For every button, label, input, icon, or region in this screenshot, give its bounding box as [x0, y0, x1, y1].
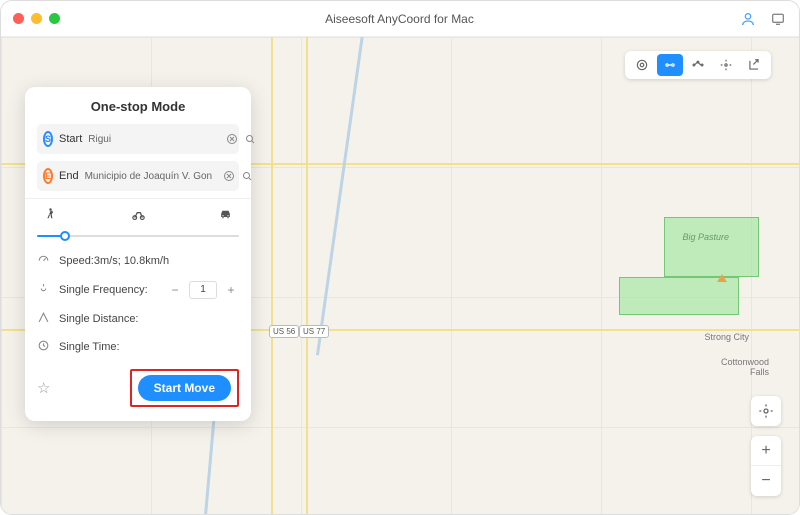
speed-slider[interactable]: [37, 229, 239, 243]
distance-row: Single Distance:: [37, 311, 239, 327]
mode-multi-stop[interactable]: [685, 54, 711, 76]
map-controls: + −: [751, 396, 781, 496]
frequency-label: Single Frequency:: [59, 284, 148, 296]
frequency-icon: [37, 282, 51, 298]
fullscreen-window-button[interactable]: [49, 13, 60, 24]
clock-icon: [37, 339, 51, 355]
route-shield: US 77: [299, 325, 329, 338]
freq-decrease-button[interactable]: −: [167, 283, 183, 297]
distance-icon: [37, 311, 51, 327]
zoom-control: + −: [751, 436, 781, 496]
mode-toolbar: [625, 51, 771, 79]
map-label-strong-city: Strong City: [704, 332, 749, 342]
profile-icon[interactable]: [739, 10, 757, 28]
mode-joystick[interactable]: [713, 54, 739, 76]
mode-one-stop[interactable]: [657, 54, 683, 76]
walk-mode-icon[interactable]: [43, 207, 58, 225]
speed-row: Speed:3m/s; 10.8km/h: [37, 253, 239, 269]
park-region: [619, 277, 739, 315]
mode-export[interactable]: [741, 54, 767, 76]
start-move-button[interactable]: Start Move: [138, 375, 231, 401]
speed-text: Speed:3m/s; 10.8km/h: [59, 255, 169, 267]
transport-modes: [37, 207, 239, 225]
search-end-icon[interactable]: [241, 168, 253, 184]
end-badge-icon: E: [43, 168, 53, 184]
window-controls: [13, 13, 60, 24]
bike-mode-icon[interactable]: [131, 207, 146, 225]
freq-value-input[interactable]: 1: [189, 281, 217, 299]
recenter-button[interactable]: [751, 396, 781, 426]
start-label: Start: [59, 133, 82, 145]
search-start-icon[interactable]: [244, 131, 256, 147]
warning-marker-icon: [717, 274, 727, 282]
titlebar: Aiseesoft AnyCoord for Mac: [1, 1, 799, 37]
mode-modify-location[interactable]: [629, 54, 655, 76]
panel-title: One-stop Mode: [37, 99, 239, 114]
start-location-row: S Start: [37, 124, 239, 154]
end-location-row: E End: [37, 161, 239, 191]
map-canvas[interactable]: Big Pasture Strong City Cottonwood Falls…: [1, 37, 799, 514]
car-mode-icon[interactable]: [218, 207, 233, 225]
clear-start-icon[interactable]: [226, 131, 238, 147]
clear-end-icon[interactable]: [223, 168, 235, 184]
speedometer-icon: [37, 253, 51, 269]
minimize-window-button[interactable]: [31, 13, 42, 24]
zoom-out-button[interactable]: −: [751, 466, 781, 496]
freq-increase-button[interactable]: +: [223, 283, 239, 297]
one-stop-panel: One-stop Mode S Start E End: [25, 87, 251, 421]
close-window-button[interactable]: [13, 13, 24, 24]
favorite-icon[interactable]: ☆: [37, 379, 50, 397]
map-label-big-pasture: Big Pasture: [682, 232, 729, 242]
zoom-in-button[interactable]: +: [751, 436, 781, 466]
device-icon[interactable]: [769, 10, 787, 28]
park-region: [664, 217, 759, 277]
app-title: Aiseesoft AnyCoord for Mac: [60, 12, 739, 26]
app-window: Aiseesoft AnyCoord for Mac Big Pasture S…: [0, 0, 800, 515]
route-shield: US 56: [269, 325, 299, 338]
time-label: Single Time:: [59, 341, 120, 353]
map-label-cottonwood: Cottonwood Falls: [721, 357, 769, 377]
frequency-row: Single Frequency: − 1 +: [37, 281, 239, 299]
start-badge-icon: S: [43, 131, 53, 147]
start-move-highlight: Start Move: [130, 369, 239, 407]
end-location-input[interactable]: [85, 171, 217, 182]
end-label: End: [59, 170, 79, 182]
time-row: Single Time:: [37, 339, 239, 355]
distance-label: Single Distance:: [59, 313, 139, 325]
start-location-input[interactable]: [88, 134, 220, 145]
